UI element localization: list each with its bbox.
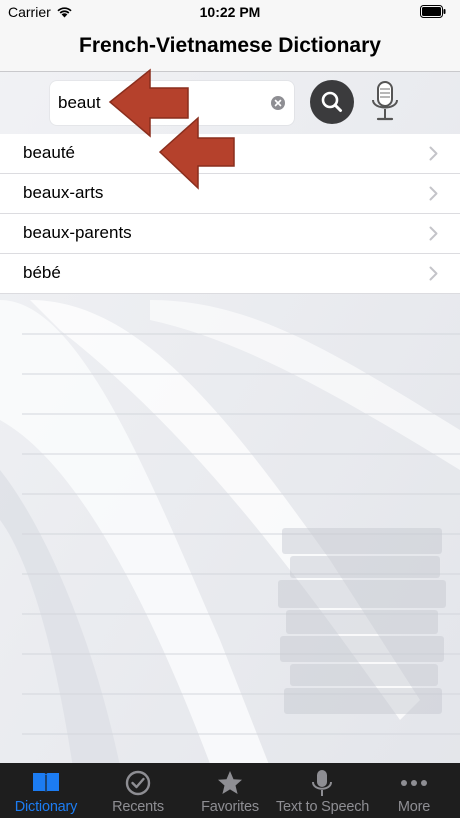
- navigation-bar: French-Vietnamese Dictionary: [0, 24, 460, 72]
- tab-label: Dictionary: [14, 799, 78, 815]
- tab-text-to-speech[interactable]: Text to Speech: [276, 763, 370, 818]
- star-icon: [218, 771, 242, 794]
- microphone-icon: [372, 81, 398, 121]
- tab-more[interactable]: More: [368, 763, 460, 818]
- result-label: bébé: [23, 263, 61, 282]
- battery-icon: [420, 5, 446, 18]
- microphone-icon: [312, 770, 332, 796]
- annotation-arrow-result: [158, 116, 235, 190]
- tab-recents[interactable]: Recents: [92, 763, 184, 818]
- chevron-right-icon: [429, 186, 438, 201]
- tab-label: Text to Speech: [276, 799, 370, 815]
- list-item[interactable]: beaux-parents: [0, 214, 460, 254]
- result-label: beaux-parents: [23, 223, 132, 242]
- tab-favorites[interactable]: Favorites: [184, 763, 276, 818]
- search-button[interactable]: [310, 80, 354, 124]
- chevron-right-icon: [429, 266, 438, 281]
- book-icon: [33, 773, 59, 793]
- chevron-right-icon: [429, 226, 438, 241]
- tab-dictionary[interactable]: Dictionary: [0, 763, 92, 818]
- page-title: French-Vietnamese Dictionary: [79, 34, 381, 57]
- ellipsis-icon: [401, 780, 427, 786]
- clear-icon[interactable]: [271, 96, 285, 110]
- clear-x-glyph: [274, 99, 282, 107]
- status-time: 10:22 PM: [199, 4, 261, 20]
- magnifier-icon: [321, 91, 342, 112]
- status-bar: Carrier 10:22 PM: [0, 0, 460, 24]
- tab-bar: Dictionary Recents Favorites Text to Spe…: [0, 763, 460, 818]
- voice-search-button[interactable]: [367, 78, 403, 126]
- tab-label: Recents: [112, 799, 164, 815]
- chevron-right-icon: [429, 146, 438, 161]
- result-label: beaux-arts: [23, 183, 104, 202]
- tab-label: More: [397, 799, 431, 815]
- result-label: beauté: [23, 143, 75, 162]
- list-item[interactable]: bébé: [0, 254, 460, 294]
- clock-check-icon: [125, 770, 151, 796]
- tab-label: Favorites: [201, 799, 259, 815]
